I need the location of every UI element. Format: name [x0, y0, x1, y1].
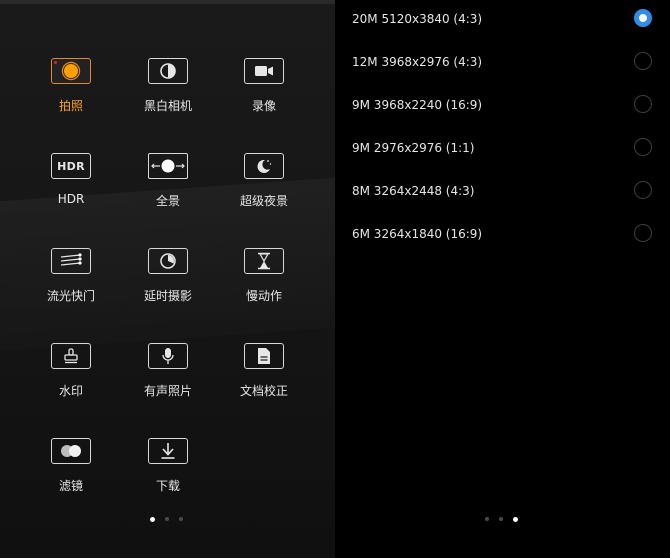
radio-button[interactable]: [634, 181, 652, 199]
panorama-icon: [148, 153, 188, 179]
mode-label: 拍照: [58, 99, 83, 113]
resolution-option[interactable]: 9M 3968x2240 (16:9): [335, 86, 670, 128]
resolution-label: 9M 3968x2240 (16:9): [352, 98, 483, 112]
mode-panel: 拍照 黑白相机 录像 HDR HDR 全景 超级夜景 流光快门 延时摄影 慢动作…: [0, 0, 335, 558]
mode-time-lapse[interactable]: 延时摄影: [128, 248, 208, 304]
mode-label: 录像: [251, 99, 276, 113]
slow-motion-icon: [244, 248, 284, 274]
page-indicator: [150, 516, 183, 522]
radio-button[interactable]: [634, 9, 652, 27]
resolution-label: 9M 2976x2976 (1:1): [352, 141, 475, 155]
page-dot[interactable]: [165, 517, 169, 521]
resolution-option[interactable]: 20M 5120x3840 (4:3): [335, 0, 670, 42]
photo-icon: [51, 58, 91, 84]
page-dot[interactable]: [513, 516, 518, 522]
resolution-label: 8M 3264x2448 (4:3): [352, 184, 475, 198]
page-dot[interactable]: [499, 517, 503, 521]
video-icon: [244, 58, 284, 84]
mode-night[interactable]: 超级夜景: [224, 153, 304, 209]
mode-label: 流光快门: [46, 289, 95, 303]
resolution-option[interactable]: 6M 3264x1840 (16:9): [335, 215, 670, 257]
mode-download[interactable]: 下载: [128, 438, 208, 494]
mode-monochrome[interactable]: 黑白相机: [128, 58, 208, 114]
resolution-label: 6M 3264x1840 (16:9): [352, 227, 483, 241]
mode-label: 全景: [155, 194, 180, 208]
resolution-label: 20M 5120x3840 (4:3): [352, 12, 483, 26]
mode-label: 黑白相机: [143, 99, 192, 113]
radio-button[interactable]: [634, 52, 652, 70]
resolution-label: 12M 3968x2976 (4:3): [352, 55, 483, 69]
hdr-icon: HDR: [51, 153, 91, 179]
filter-icon: [51, 438, 91, 464]
light-painting-icon: [51, 248, 91, 274]
mode-label: 滤镜: [58, 479, 83, 493]
mode-label: HDR: [57, 192, 85, 206]
mode-label: 下载: [155, 479, 180, 493]
radio-button[interactable]: [634, 138, 652, 156]
mode-panorama[interactable]: 全景: [128, 153, 208, 209]
mode-label: 超级夜景: [239, 194, 288, 208]
radio-button[interactable]: [634, 224, 652, 242]
page-indicator: [485, 516, 518, 522]
resolution-panel: 20M 5120x3840 (4:3) 12M 3968x2976 (4:3) …: [335, 0, 670, 558]
page-dot[interactable]: [179, 517, 183, 521]
camera-screen: 拍照 黑白相机 录像 HDR HDR 全景 超级夜景 流光快门 延时摄影 慢动作…: [0, 0, 670, 558]
watermark-icon: [51, 343, 91, 369]
document-icon: [244, 343, 284, 369]
mode-slow-motion[interactable]: 慢动作: [224, 248, 304, 304]
audio-photo-icon: [148, 343, 188, 369]
mode-video[interactable]: 录像: [224, 58, 304, 114]
mode-label: 有声照片: [143, 384, 192, 398]
mode-document[interactable]: 文档校正: [224, 343, 304, 399]
mode-hdr[interactable]: HDR HDR: [31, 153, 111, 206]
resolution-option[interactable]: 8M 3264x2448 (4:3): [335, 172, 670, 214]
mode-label: 水印: [58, 384, 83, 398]
mode-label: 延时摄影: [143, 289, 192, 303]
mode-label: 文档校正: [239, 384, 288, 398]
mode-label: 慢动作: [245, 289, 282, 303]
download-icon: [148, 438, 188, 464]
mode-photo[interactable]: 拍照: [31, 58, 111, 114]
page-dot[interactable]: [150, 516, 155, 522]
page-dot[interactable]: [485, 517, 489, 521]
mode-filter[interactable]: 滤镜: [31, 438, 111, 494]
night-icon: [244, 153, 284, 179]
radio-button[interactable]: [634, 95, 652, 113]
mode-audio-photo[interactable]: 有声照片: [128, 343, 208, 399]
resolution-option[interactable]: 9M 2976x2976 (1:1): [335, 129, 670, 171]
mode-watermark[interactable]: 水印: [31, 343, 111, 399]
monochrome-icon: [148, 58, 188, 84]
resolution-option[interactable]: 12M 3968x2976 (4:3): [335, 43, 670, 85]
time-lapse-icon: [148, 248, 188, 274]
mode-light-painting[interactable]: 流光快门: [31, 248, 111, 304]
